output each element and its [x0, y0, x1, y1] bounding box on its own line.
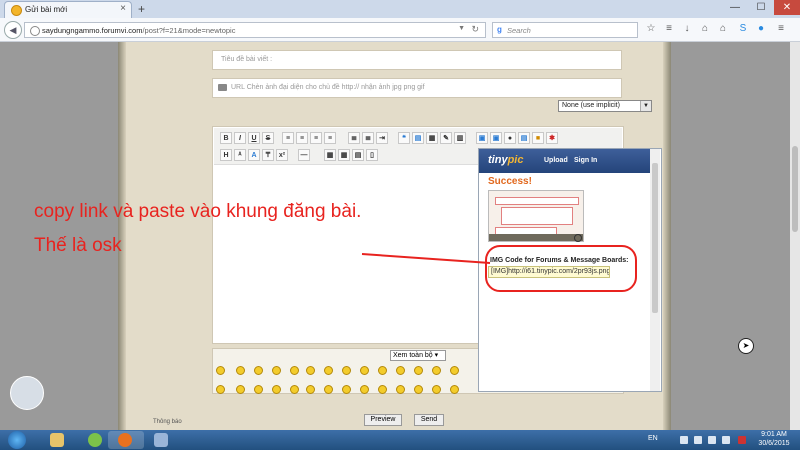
folder-icon [50, 433, 64, 447]
clock-time[interactable]: 9:01 AM [754, 431, 794, 438]
start-button[interactable] [2, 430, 34, 450]
clock-date[interactable]: 30/6/2015 [754, 440, 794, 447]
paint-icon [154, 433, 168, 447]
notification-icon[interactable] [738, 436, 746, 444]
annotation-highlight-circle [485, 245, 637, 292]
app-icon [88, 433, 102, 447]
language-indicator[interactable]: EN [648, 435, 658, 442]
annotation-marks [361, 245, 637, 292]
volume-icon[interactable] [722, 436, 730, 444]
network-icon[interactable] [708, 436, 716, 444]
flag-icon[interactable] [694, 436, 702, 444]
windows-start-icon [8, 431, 26, 449]
taskbar-paint[interactable] [144, 431, 180, 449]
battery-icon[interactable] [680, 436, 688, 444]
taskbar-firefox[interactable] [108, 431, 144, 449]
annotation-arrow-line [361, 253, 491, 264]
firefox-icon [118, 433, 132, 447]
taskbar-explorer[interactable] [40, 431, 76, 449]
